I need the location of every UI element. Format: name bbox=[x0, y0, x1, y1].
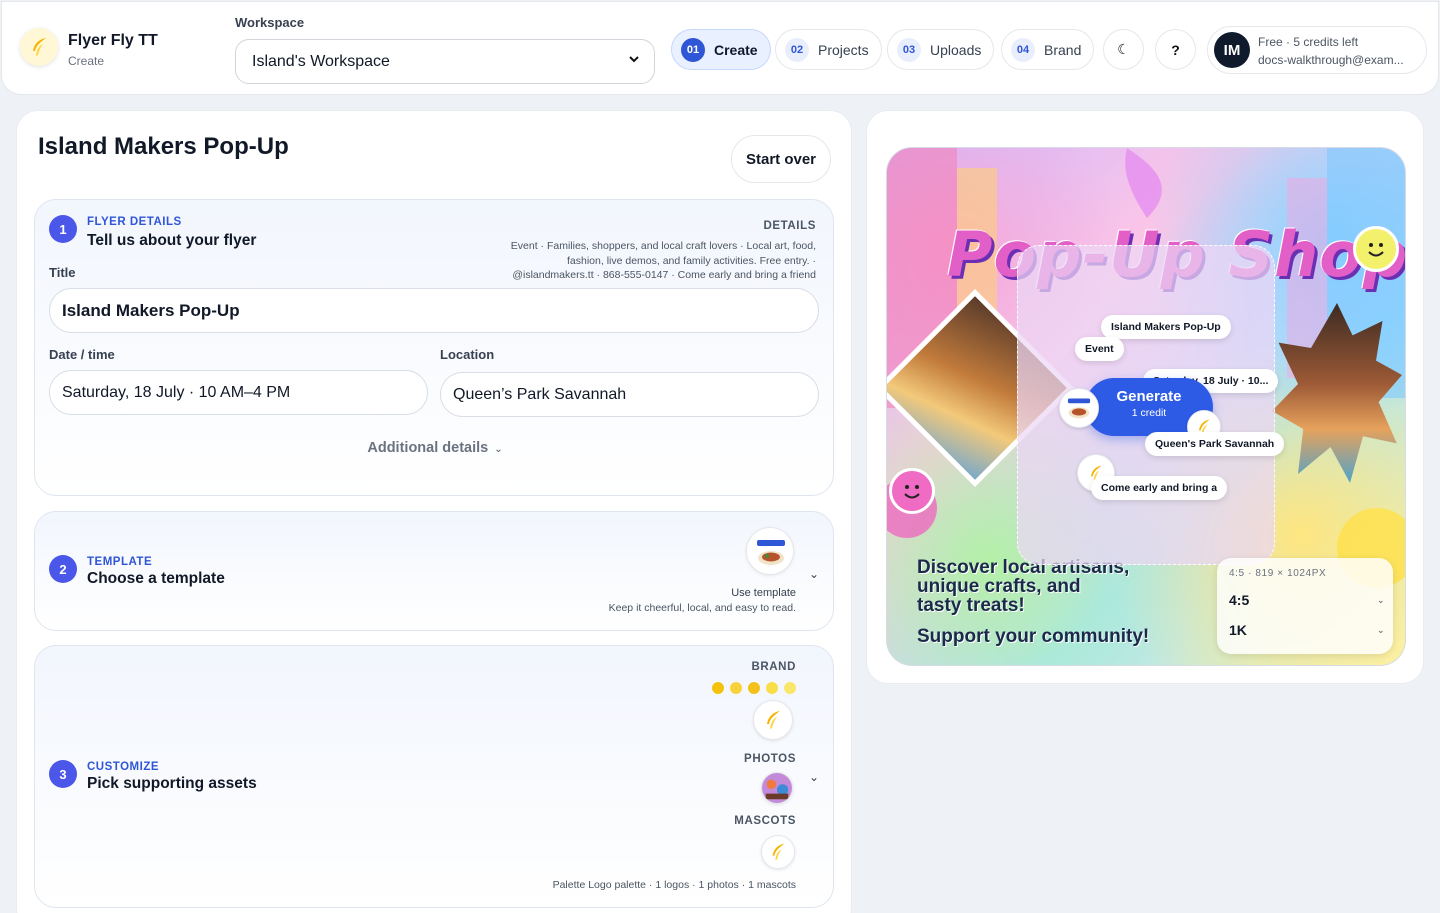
assets-summary: Palette Logo palette · 1 logos · 1 photo… bbox=[552, 879, 796, 891]
location-label: Location bbox=[440, 347, 495, 362]
nav-projects[interactable]: 02 Projects bbox=[775, 29, 882, 70]
start-over-button[interactable]: Start over bbox=[731, 135, 831, 183]
avatar: IM bbox=[1214, 32, 1250, 68]
location-input[interactable]: Queen’s Park Savannah bbox=[440, 372, 819, 417]
food-plate-icon bbox=[1067, 398, 1091, 419]
smiley-sticker-icon bbox=[889, 468, 935, 514]
step-number: 1 bbox=[49, 215, 77, 243]
template-card[interactable]: 2 TEMPLATE Choose a template Use templat… bbox=[34, 511, 834, 631]
app-section: Create bbox=[68, 54, 105, 68]
photos-heading: PHOTOS bbox=[744, 753, 796, 765]
nav-number: 04 bbox=[1011, 37, 1035, 62]
nav-label: Create bbox=[714, 41, 758, 58]
color-swatch[interactable] bbox=[766, 682, 778, 694]
customize-card[interactable]: 3 CUSTOMIZE Pick supporting assets BRAND… bbox=[34, 645, 834, 908]
chip-title: Island Makers Pop-Up bbox=[1101, 315, 1231, 339]
nav-label: Projects bbox=[818, 41, 869, 58]
nav-uploads[interactable]: 03 Uploads bbox=[887, 29, 995, 70]
photo-icon bbox=[762, 773, 792, 803]
feather-logo-icon bbox=[772, 843, 785, 861]
chip-type: Event bbox=[1075, 337, 1124, 361]
feather-logo-icon bbox=[767, 711, 780, 729]
flyer-details-card: 1 FLYER DETAILS Tell us about your flyer… bbox=[34, 199, 834, 496]
nav-number: 01 bbox=[681, 37, 705, 62]
chevron-down-icon[interactable]: ⌄ bbox=[809, 567, 819, 581]
flyer-subline: Support your community! bbox=[917, 626, 1150, 647]
chip-cta: Come early and bring a bbox=[1091, 476, 1228, 500]
help-icon: ? bbox=[1171, 41, 1180, 58]
feather-logo-icon bbox=[33, 38, 46, 56]
mascots-heading: MASCOTS bbox=[734, 815, 796, 827]
smiley-sticker-icon bbox=[1353, 226, 1399, 272]
moon-icon: ☾ bbox=[1117, 41, 1130, 57]
nav-number: 03 bbox=[897, 37, 921, 62]
date-time-input[interactable]: Saturday, 18 July · 10 AM–4 PM bbox=[49, 370, 428, 415]
editor-panel: Island Makers Pop-Up Start over 1 FLYER … bbox=[16, 110, 852, 913]
nav-label: Brand bbox=[1044, 41, 1082, 58]
top-header: Flyer Fly TT Create Workspace Island's W… bbox=[1, 1, 1439, 95]
step-kicker: CUSTOMIZE bbox=[87, 761, 160, 773]
app-name: Flyer Fly TT bbox=[68, 32, 158, 49]
template-note: Keep it cheerful, local, and easy to rea… bbox=[608, 602, 796, 614]
plan-status: Free · 5 credits left bbox=[1258, 35, 1359, 49]
color-swatch[interactable] bbox=[784, 682, 796, 694]
tagline-line: tasty treats! bbox=[917, 595, 1025, 616]
color-swatch[interactable] bbox=[748, 682, 760, 694]
title-input[interactable]: Island Makers Pop-Up bbox=[49, 288, 819, 333]
step-kicker: TEMPLATE bbox=[87, 556, 153, 568]
tagline-line: unique crafts, and bbox=[917, 576, 1081, 597]
aspect-ratio-value: 4:5 bbox=[1229, 592, 1250, 608]
chip-location: Queen's Park Savannah bbox=[1145, 432, 1285, 456]
nav-label: Uploads bbox=[930, 41, 982, 58]
nav-create[interactable]: 01 Create bbox=[671, 29, 771, 70]
resolution-value: 1K bbox=[1229, 622, 1247, 638]
additional-details-toggle[interactable]: Additional details ⌄ bbox=[35, 440, 835, 456]
step-number: 2 bbox=[49, 555, 77, 583]
step-title: Tell us about your flyer bbox=[87, 232, 257, 249]
date-label: Date / time bbox=[49, 347, 115, 362]
step-number: 3 bbox=[49, 760, 77, 788]
nav-brand[interactable]: 04 Brand bbox=[1001, 29, 1095, 70]
title-label: Title bbox=[49, 265, 76, 280]
brand-heading: BRAND bbox=[751, 661, 796, 673]
chevron-down-icon: ⌄ bbox=[1377, 625, 1385, 635]
help-button[interactable]: ? bbox=[1155, 29, 1196, 70]
flyer-tagline: Discover local artisans, unique crafts, … bbox=[917, 558, 1129, 615]
template-thumbnail[interactable] bbox=[746, 527, 794, 575]
step-title: Pick supporting assets bbox=[87, 775, 257, 792]
use-template-label: Use template bbox=[731, 587, 796, 599]
template-thumbnail bbox=[1059, 388, 1099, 428]
chevron-down-icon: ⌄ bbox=[1377, 595, 1385, 605]
resolution-select[interactable]: 1K ⌄ bbox=[1229, 622, 1385, 638]
details-heading: DETAILS bbox=[763, 220, 816, 232]
app-logo[interactable] bbox=[20, 28, 58, 66]
workspace-select[interactable]: Island's Workspace bbox=[235, 39, 655, 84]
photo-thumb[interactable] bbox=[761, 772, 793, 804]
step-title: Choose a template bbox=[87, 570, 225, 587]
additional-details-label: Additional details bbox=[367, 440, 489, 456]
account-email: docs-walkthrough@exam... bbox=[1258, 53, 1404, 67]
color-swatch[interactable] bbox=[730, 682, 742, 694]
step-kicker: FLYER DETAILS bbox=[87, 216, 182, 228]
account-menu[interactable]: IM Free · 5 credits left docs-walkthroug… bbox=[1207, 26, 1427, 74]
chevron-down-icon[interactable]: ⌄ bbox=[809, 770, 819, 784]
food-plate-icon bbox=[757, 540, 785, 565]
format-selector: 4:5 · 819 × 1024PX 4:5 ⌄ 1K ⌄ bbox=[1217, 558, 1393, 654]
brand-logo-thumb[interactable] bbox=[753, 700, 793, 740]
aspect-ratio-select[interactable]: 4:5 ⌄ bbox=[1229, 592, 1385, 608]
color-swatch[interactable] bbox=[712, 682, 724, 694]
workspace-label: Workspace bbox=[235, 15, 305, 30]
flyer-preview[interactable]: Pop-Up Shop Discover local artisans, uni… bbox=[886, 147, 1406, 666]
chevron-down-icon: ⌄ bbox=[494, 444, 503, 455]
theme-toggle-button[interactable]: ☾ bbox=[1103, 29, 1144, 70]
preview-panel: Pop-Up Shop Discover local artisans, uni… bbox=[866, 110, 1424, 684]
format-heading: 4:5 · 819 × 1024PX bbox=[1229, 568, 1327, 579]
mascot-thumb[interactable] bbox=[761, 835, 795, 869]
page-title: Island Makers Pop-Up bbox=[38, 133, 289, 160]
details-summary: Event · Families, shoppers, and local cr… bbox=[510, 240, 816, 281]
nav-number: 02 bbox=[785, 37, 809, 62]
workspace-value: Island's Workspace bbox=[252, 52, 390, 70]
chevron-down-icon bbox=[628, 53, 640, 68]
generate-label: Generate bbox=[1116, 388, 1182, 405]
